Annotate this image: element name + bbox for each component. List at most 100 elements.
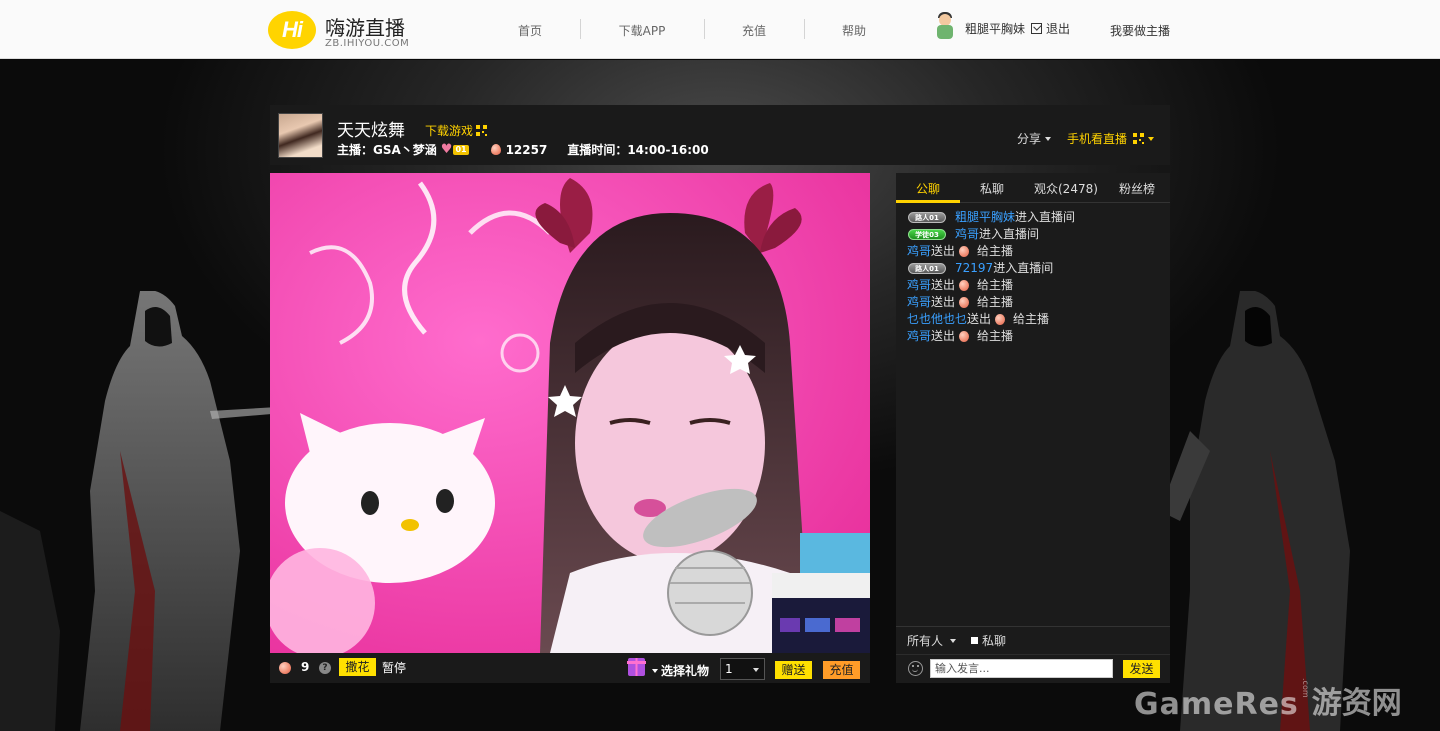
heart-icon: ♥ xyxy=(440,142,453,157)
logout-link[interactable]: 退出 xyxy=(1046,20,1070,37)
nav-help[interactable]: 帮助 xyxy=(804,19,904,39)
give-gift-button[interactable]: 赠送 xyxy=(775,661,812,679)
host-avatar[interactable] xyxy=(278,113,323,158)
chat-username[interactable]: 鸡哥 xyxy=(907,328,931,345)
video-control-bar: 9 ? 撒花 暂停 选择礼物 1 赠送 充值 xyxy=(270,653,870,683)
chat-text-suffix: 给主播 xyxy=(977,295,1014,309)
watermark: GameRes .com 游资网 xyxy=(1134,678,1402,722)
watermark-domain: .com xyxy=(1300,678,1310,698)
private-chat-checkbox[interactable]: 私聊 xyxy=(971,632,1006,649)
host-level: 01 xyxy=(453,144,469,155)
logout-icon[interactable] xyxy=(1031,22,1043,34)
help-icon[interactable]: ? xyxy=(319,662,331,674)
divider xyxy=(896,626,1170,627)
chat-text: 进入直播间 xyxy=(979,227,1040,241)
level-badge: 路人01 xyxy=(908,263,946,274)
peach-gift-icon xyxy=(959,280,970,291)
chat-username[interactable]: 鸡哥 xyxy=(907,294,931,311)
chat-username[interactable]: 72197 xyxy=(955,260,993,277)
audience-select-label: 所有人 xyxy=(907,634,944,648)
chevron-down-icon xyxy=(1148,137,1155,141)
private-chat-label: 私聊 xyxy=(982,634,1007,648)
chat-input-row: 发送 xyxy=(896,654,1170,683)
chat-text: 送出 xyxy=(931,278,956,292)
gift-quantity-select[interactable]: 1 xyxy=(720,658,765,680)
recharge-button[interactable]: 充值 xyxy=(823,661,860,679)
chat-username[interactable]: 鸡哥 xyxy=(907,243,931,260)
chat-username[interactable]: 乜也他也乜 xyxy=(907,311,967,328)
pause-button[interactable]: 暂停 xyxy=(382,659,406,676)
room-header: 天天炫舞 下载游戏 主播：GSA丶梦涵 ♥ 01 12257 直播时间：14:00… xyxy=(270,105,1170,165)
qr-code-icon xyxy=(1133,133,1145,144)
chat-message: 路人01 72197 进入直播间 xyxy=(908,260,1164,277)
chevron-down-icon xyxy=(652,669,658,673)
user-avatar[interactable] xyxy=(933,12,957,42)
level-badge: 路人01 xyxy=(908,212,946,223)
chat-message: 鸡哥 送出 给主播 xyxy=(907,243,1164,260)
chat-username[interactable]: 鸡哥 xyxy=(955,226,979,243)
checkbox-icon xyxy=(971,637,978,644)
site-logo[interactable]: Hi 嗨游直播 ZB.IHIYOU.COM xyxy=(268,10,418,52)
level-badge: 学徒03 xyxy=(908,229,946,240)
background-figure-left xyxy=(60,291,300,731)
room-title: 天天炫舞 xyxy=(337,121,405,141)
chat-username[interactable]: 粗腿平胸妹 xyxy=(955,209,1015,226)
live-video-player[interactable] xyxy=(270,173,870,653)
chat-message: 鸡哥 送出 给主播 xyxy=(907,277,1164,294)
tab-private-chat[interactable]: 私聊 xyxy=(980,180,1004,197)
top-bar: Hi 嗨游直播 ZB.IHIYOU.COM 首页 下载APP 充值 帮助 粗腿平… xyxy=(0,0,1440,59)
audience-select[interactable]: 所有人 xyxy=(907,632,957,649)
active-tab-indicator xyxy=(896,200,960,203)
main-nav: 首页 下载APP 充值 帮助 xyxy=(480,19,904,39)
broadcast-time: 直播时间：14:00-16:00 xyxy=(567,143,709,157)
chat-text: 进入直播间 xyxy=(993,261,1054,275)
emoji-icon[interactable] xyxy=(908,661,923,676)
logo-title: 嗨游直播 xyxy=(325,16,405,40)
scatter-flowers-button[interactable]: 撒花 xyxy=(339,658,376,676)
background-figure-edge xyxy=(0,471,70,731)
share-label: 分享 xyxy=(1017,132,1042,146)
chat-message: 路人01 粗腿平胸妹 进入直播间 xyxy=(908,209,1164,226)
chat-text: 送出 xyxy=(931,295,956,309)
watermark-text: GameRes xyxy=(1134,687,1299,722)
tab-public-chat[interactable]: 公聊 xyxy=(916,180,940,197)
choose-gift-dropdown[interactable]: 选择礼物 xyxy=(652,662,709,679)
host-info: 主播：GSA丶梦涵 ♥ 01 12257 直播时间：14:00-16:00 xyxy=(337,141,709,158)
nav-download-app[interactable]: 下载APP xyxy=(580,19,704,39)
nav-recharge[interactable]: 充值 xyxy=(704,19,804,39)
chat-input[interactable] xyxy=(930,659,1113,678)
peach-icon xyxy=(490,144,501,155)
chat-message: 学徒03 鸡哥 进入直播间 xyxy=(908,226,1164,243)
tab-audience[interactable]: 观众(2478) xyxy=(1034,180,1098,197)
mobile-watch-label: 手机看直播 xyxy=(1067,132,1128,146)
mobile-watch-link[interactable]: 手机看直播 xyxy=(1067,130,1155,147)
chat-tabs: 公聊 私聊 观众(2478) 粉丝榜 xyxy=(896,173,1170,203)
chat-text-suffix: 给主播 xyxy=(977,329,1014,343)
chat-message: 乜也他也乜 送出 给主播 xyxy=(907,311,1164,328)
qr-code-icon[interactable] xyxy=(476,125,488,136)
become-host-link[interactable]: 我要做主播 xyxy=(1110,22,1170,39)
chevron-down-icon xyxy=(753,668,759,672)
chevron-down-icon xyxy=(950,639,957,643)
chat-text-suffix: 给主播 xyxy=(977,244,1014,258)
share-dropdown[interactable]: 分享 xyxy=(1017,130,1052,147)
chevron-down-icon xyxy=(1045,137,1052,141)
flower-count: 9 xyxy=(301,660,310,674)
download-game-link[interactable]: 下载游戏 xyxy=(425,122,488,139)
gift-icon[interactable] xyxy=(627,658,646,676)
chat-text: 送出 xyxy=(967,312,992,326)
username[interactable]: 粗腿平胸妹 xyxy=(965,20,1025,37)
chat-message-list[interactable]: 路人01 粗腿平胸妹 进入直播间 学徒03 鸡哥 进入直播间 鸡哥 送出 给主播… xyxy=(907,209,1164,345)
peach-count: 12257 xyxy=(505,142,548,157)
choose-gift-label: 选择礼物 xyxy=(661,664,710,678)
chat-text-suffix: 给主播 xyxy=(977,278,1014,292)
send-button[interactable]: 发送 xyxy=(1123,660,1160,678)
user-area: 粗腿平胸妹 退出 xyxy=(933,12,1070,42)
chat-text: 送出 xyxy=(931,244,956,258)
peach-gift-icon xyxy=(959,246,970,257)
chat-username[interactable]: 鸡哥 xyxy=(907,277,931,294)
logo-subtitle: ZB.IHIYOU.COM xyxy=(325,38,410,49)
tab-fan-ranking[interactable]: 粉丝榜 xyxy=(1119,180,1155,197)
chat-text: 送出 xyxy=(931,329,956,343)
nav-home[interactable]: 首页 xyxy=(480,22,580,39)
